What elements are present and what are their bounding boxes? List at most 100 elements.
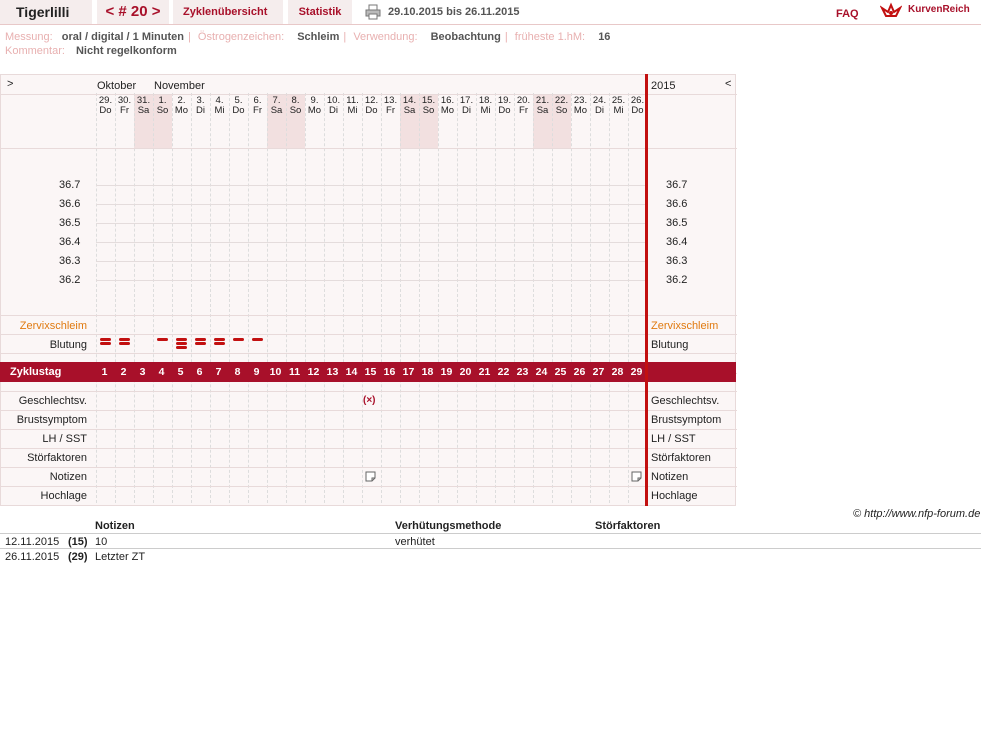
date-weekday: Mi	[613, 105, 624, 116]
day-gridline	[419, 93, 420, 503]
cycle-day-number: 10	[269, 366, 282, 378]
day-gridline	[571, 93, 572, 503]
row-line	[1, 315, 737, 316]
date-cell: 7. Sa	[267, 96, 286, 116]
day-gridline	[628, 93, 629, 503]
earliest-hm-value: 16	[598, 31, 611, 43]
temp-label: 36.3	[59, 255, 81, 267]
bleeding-mark	[195, 342, 206, 345]
day-gridline	[115, 93, 116, 503]
crown-logo-icon[interactable]	[880, 2, 902, 20]
date-cell: 2. Mo	[172, 96, 191, 116]
day-gridline	[305, 93, 306, 503]
bleeding-mark	[176, 338, 187, 341]
row-label: Notizen	[49, 471, 87, 483]
cycle-day-number: 6	[196, 366, 203, 378]
day-gridline	[267, 93, 268, 503]
note-icon[interactable]	[365, 471, 376, 482]
date-weekday: Mo	[440, 105, 455, 116]
notes-header-disturbances: Störfaktoren	[595, 520, 661, 532]
date-weekday: Di	[462, 105, 471, 116]
bleeding-mark	[214, 342, 225, 345]
label-cervical-mucus: Zervixschleim	[19, 320, 87, 332]
date-cell: 24. Di	[590, 96, 609, 116]
date-weekday: Fr	[120, 105, 129, 116]
temp-label: 36.6	[59, 198, 81, 210]
row-line	[1, 429, 737, 430]
row-label-right: Störfaktoren	[651, 452, 711, 464]
top-bar: Tigerlilli < # 20 > Zyklenübersicht Stat…	[0, 0, 981, 25]
day-gridline	[590, 93, 591, 503]
bleeding-mark	[176, 346, 187, 349]
date-cell: 12. Do	[362, 96, 381, 116]
date-cell: 23. Mo	[571, 96, 590, 116]
temp-label: 36.5	[59, 217, 81, 229]
day-gridline	[324, 93, 325, 503]
date-weekday: Do	[232, 105, 245, 116]
date-weekday: Mi	[480, 105, 491, 116]
date-weekday: Sa	[270, 105, 283, 116]
date-weekday: Do	[365, 105, 378, 116]
date-weekday: Di	[329, 105, 338, 116]
date-cell: 10. Di	[324, 96, 343, 116]
bleeding-mark	[100, 338, 111, 341]
row-line	[1, 467, 737, 468]
temp-label-right: 36.4	[666, 236, 688, 248]
cycle-day-number: 4	[158, 366, 165, 378]
date-weekday: Di	[595, 105, 604, 116]
date-cell: 21. Sa	[533, 96, 552, 116]
day-gridline	[96, 93, 97, 503]
row-line	[1, 410, 737, 411]
cycle-day-number: 1	[101, 366, 108, 378]
brand-name[interactable]: KurvenReich	[908, 4, 970, 15]
cycle-day-number: 5	[177, 366, 184, 378]
temp-gridline	[96, 280, 646, 281]
date-cell: 30. Fr	[115, 96, 134, 116]
day-gridline	[210, 93, 211, 503]
row-line	[1, 94, 737, 95]
date-weekday: Fr	[253, 105, 262, 116]
cycle-day-number: 23	[516, 366, 529, 378]
tab-statistics[interactable]: Statistik	[288, 0, 352, 24]
tab-cycle-overview[interactable]: Zyklenübersicht	[173, 0, 283, 24]
cycle-info-line-2: Kommentar: Nicht regelkonform	[5, 45, 177, 57]
row-line	[1, 148, 737, 149]
day-gridline	[172, 93, 173, 503]
day-gridline	[438, 93, 439, 503]
cycle-day-number: 17	[402, 366, 415, 378]
day-gridline	[362, 93, 363, 503]
chart-nav-next[interactable]: <	[725, 78, 731, 90]
temp-label-right: 36.7	[666, 179, 688, 191]
row-label-right: Hochlage	[651, 490, 698, 502]
date-weekday: So	[289, 105, 302, 116]
row-label: Geschlechtsv.	[18, 395, 87, 407]
date-cell: 3. Di	[191, 96, 210, 116]
row-label-right: Geschlechtsv.	[651, 395, 720, 407]
date-weekday: Do	[498, 105, 511, 116]
bleeding-mark	[214, 338, 225, 341]
row-label: Hochlage	[40, 490, 87, 502]
cycle-day-number: 18	[421, 366, 434, 378]
usage-value: Beobachtung	[430, 31, 501, 43]
date-range: 29.10.2015 bis 26.11.2015	[388, 6, 520, 18]
comment-value: Nicht regelkonform	[75, 45, 177, 57]
cycle-navigator[interactable]: < # 20 >	[97, 0, 169, 24]
date-cell: 6. Fr	[248, 96, 267, 116]
row-label: Störfaktoren	[27, 452, 87, 464]
copyright[interactable]: © http://www.nfp-forum.de	[853, 508, 980, 520]
date-cell: 9. Mo	[305, 96, 324, 116]
date-cell: 13. Fr	[381, 96, 400, 116]
date-weekday: Fr	[519, 105, 528, 116]
date-weekday: Sa	[137, 105, 150, 116]
faq-link[interactable]: FAQ	[836, 8, 859, 20]
intercourse-mark-icon[interactable]: (×)	[363, 395, 376, 406]
printer-icon[interactable]	[365, 4, 381, 20]
day-gridline	[457, 93, 458, 503]
row-line	[1, 448, 737, 449]
date-cell: 15. So	[419, 96, 438, 116]
row-line	[1, 353, 737, 354]
note-icon[interactable]	[631, 471, 642, 482]
chart-nav-prev[interactable]: >	[7, 78, 13, 90]
day-gridline	[609, 93, 610, 503]
cycle-day-number: 25	[554, 366, 567, 378]
